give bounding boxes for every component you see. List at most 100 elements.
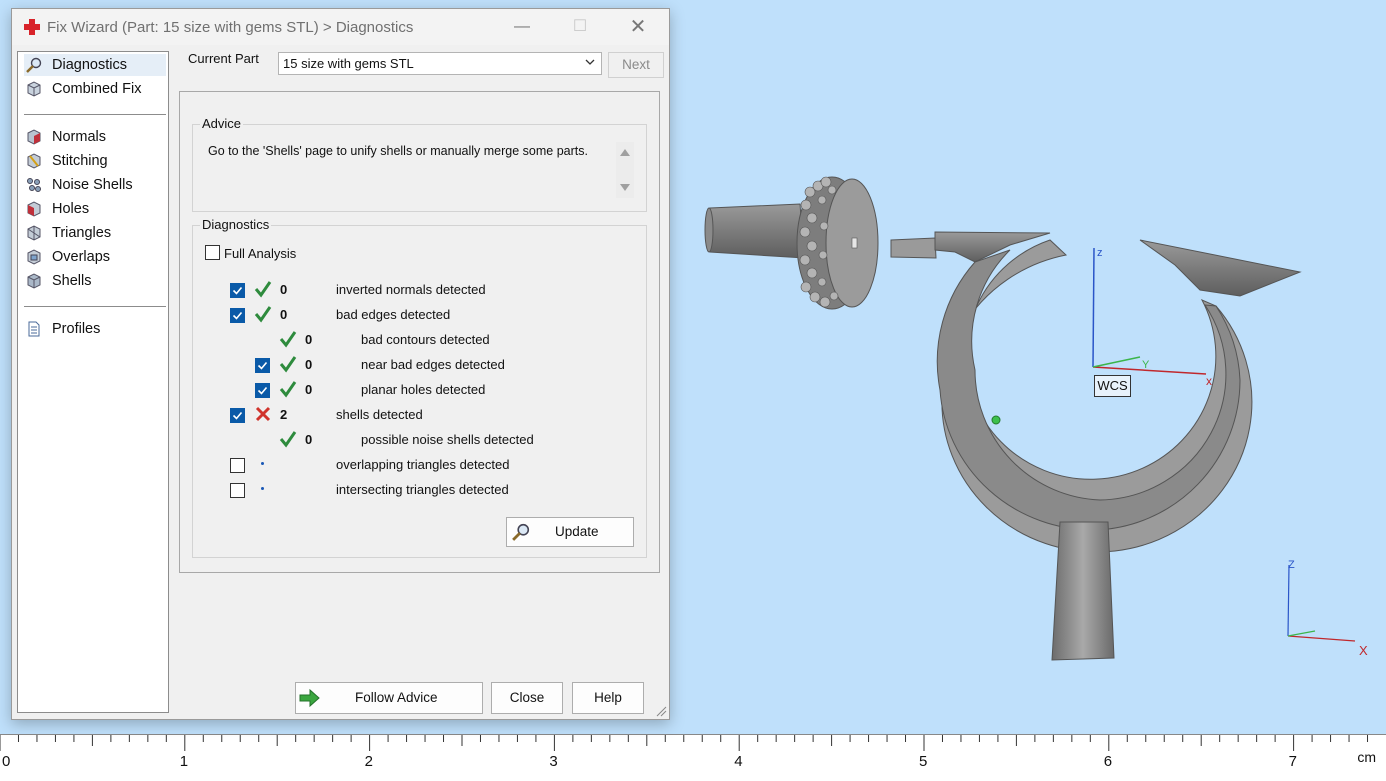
chevron-down-icon [585, 59, 595, 65]
axis-x-label: x [1206, 374, 1212, 388]
nav-item-shells[interactable]: Shells [24, 270, 166, 292]
nav-label: Shells [52, 273, 92, 289]
current-part-dropdown[interactable]: 15 size with gems STL [278, 52, 602, 75]
not-checked-dot [261, 487, 264, 490]
noise-shells-icon [27, 178, 41, 192]
close-button[interactable]: Close [491, 682, 563, 714]
bad-edges-checkbox[interactable] [230, 308, 245, 323]
red-x-icon [255, 406, 271, 422]
advice-scrollbar[interactable] [616, 142, 634, 198]
planar-holes-text: planar holes detected [361, 382, 486, 397]
advice-text: Go to the 'Shells' page to unify shells … [208, 144, 588, 158]
follow-advice-label: Follow Advice [355, 690, 438, 705]
overlapping-triangles-checkbox[interactable] [230, 458, 245, 473]
nav-item-triangles[interactable]: Triangles [24, 222, 166, 244]
ruler-label: 7 [1288, 753, 1297, 770]
not-checked-dot [261, 462, 264, 465]
diagnostics-panel: Advice Go to the 'Shells' page to unify … [179, 91, 660, 573]
diagnostics-title: Diagnostics [200, 217, 272, 232]
shells-checkbox[interactable] [230, 408, 245, 423]
green-check-icon [279, 431, 297, 448]
near-bad-edges-count: 0 [305, 357, 313, 372]
nav-item-combined-fix[interactable]: Combined Fix [24, 78, 166, 100]
green-check-icon [279, 356, 297, 373]
intersecting-triangles-text: intersecting triangles detected [336, 482, 509, 497]
gizmo-x-label: X [1359, 643, 1368, 658]
nav-label: Diagnostics [52, 57, 127, 73]
fix-wizard-dialog: Fix Wizard (Part: 15 size with gems STL)… [11, 8, 670, 720]
nav-item-overlaps[interactable]: Overlaps [24, 246, 166, 268]
current-part-label: Current Part [188, 51, 259, 66]
axis-y-label: Y [1142, 359, 1150, 371]
nav-label: Triangles [52, 225, 112, 241]
help-button[interactable]: Help [572, 682, 644, 714]
green-check-icon [279, 331, 297, 348]
full-analysis-checkbox[interactable] [205, 245, 220, 260]
nav-item-holes[interactable]: Holes [24, 198, 166, 220]
minimize-button[interactable]: — [499, 13, 545, 41]
next-button[interactable]: Next [608, 52, 664, 78]
bad-edges-count: 0 [280, 307, 288, 322]
axis-z-label: z [1097, 247, 1103, 259]
nav-item-diagnostics[interactable]: Diagnostics [24, 54, 166, 76]
title-bar[interactable]: Fix Wizard (Part: 15 size with gems STL)… [12, 9, 669, 45]
wcs-label: WCS [1094, 375, 1131, 397]
green-arrow-icon [299, 688, 320, 708]
planar-holes-count: 0 [305, 382, 313, 397]
near-bad-edges-checkbox[interactable] [255, 358, 270, 373]
nav-item-normals[interactable]: Normals [24, 126, 166, 148]
advice-title: Advice [200, 116, 244, 131]
close-window-button[interactable]: ✕ [615, 13, 661, 41]
inverted-normals-checkbox[interactable] [230, 283, 245, 298]
ruler-unit: cm [1357, 749, 1376, 765]
ruler-label: 6 [1103, 753, 1113, 770]
wizard-nav: Diagnostics Combined Fix Normals Stitchi… [17, 51, 169, 713]
update-button[interactable]: Update [506, 517, 634, 547]
ring-part [890, 231, 1302, 661]
shells-icon [27, 273, 41, 289]
ruler-label: 2 [364, 753, 373, 770]
green-check-icon [279, 381, 297, 398]
inverted-normals-count: 0 [280, 282, 288, 297]
scroll-down-icon[interactable] [620, 184, 630, 192]
follow-advice-button[interactable]: Follow Advice [295, 682, 483, 714]
nav-item-profiles[interactable]: Profiles [24, 318, 166, 340]
noise-shells-text: possible noise shells detected [361, 432, 534, 447]
shells-text: shells detected [336, 407, 423, 422]
overlaps-icon [27, 249, 41, 265]
holes-icon [27, 201, 41, 217]
ruler-label: 5 [919, 753, 928, 770]
inverted-normals-text: inverted normals detected [336, 282, 486, 297]
advice-group: Advice Go to the 'Shells' page to unify … [192, 116, 647, 212]
nav-item-noise-shells[interactable]: Noise Shells [24, 174, 166, 196]
document-icon [28, 321, 40, 337]
pivot-marker [991, 415, 1001, 425]
stitching-icon [27, 153, 41, 169]
triangles-icon [27, 225, 41, 241]
intersecting-triangles-checkbox[interactable] [230, 483, 245, 498]
overlapping-triangles-text: overlapping triangles detected [336, 457, 510, 472]
nav-divider [24, 306, 166, 307]
nav-label: Normals [52, 129, 106, 145]
ruler-label: 0 [2, 753, 11, 770]
nav-divider [24, 114, 166, 115]
update-label: Update [555, 524, 599, 539]
current-part-value: 15 size with gems STL [283, 56, 414, 71]
noise-shells-count: 0 [305, 432, 313, 447]
maximize-button[interactable]: ☐ [557, 13, 603, 41]
axis-gizmo [1287, 564, 1356, 642]
shells-count: 2 [280, 407, 288, 422]
planar-holes-checkbox[interactable] [255, 383, 270, 398]
nav-label: Holes [52, 201, 90, 217]
scroll-up-icon[interactable] [620, 148, 630, 156]
ruler-label: 4 [734, 753, 743, 770]
red-cross-icon [24, 19, 40, 35]
nav-label: Combined Fix [52, 81, 142, 97]
nav-label: Overlaps [52, 249, 111, 265]
gizmo-z-label: Z [1288, 559, 1295, 571]
resize-grip-icon[interactable] [655, 705, 667, 717]
gem-setting-part [704, 176, 879, 310]
nav-item-stitching[interactable]: Stitching [24, 150, 166, 172]
green-check-icon [254, 281, 272, 298]
bad-contours-count: 0 [305, 332, 313, 347]
